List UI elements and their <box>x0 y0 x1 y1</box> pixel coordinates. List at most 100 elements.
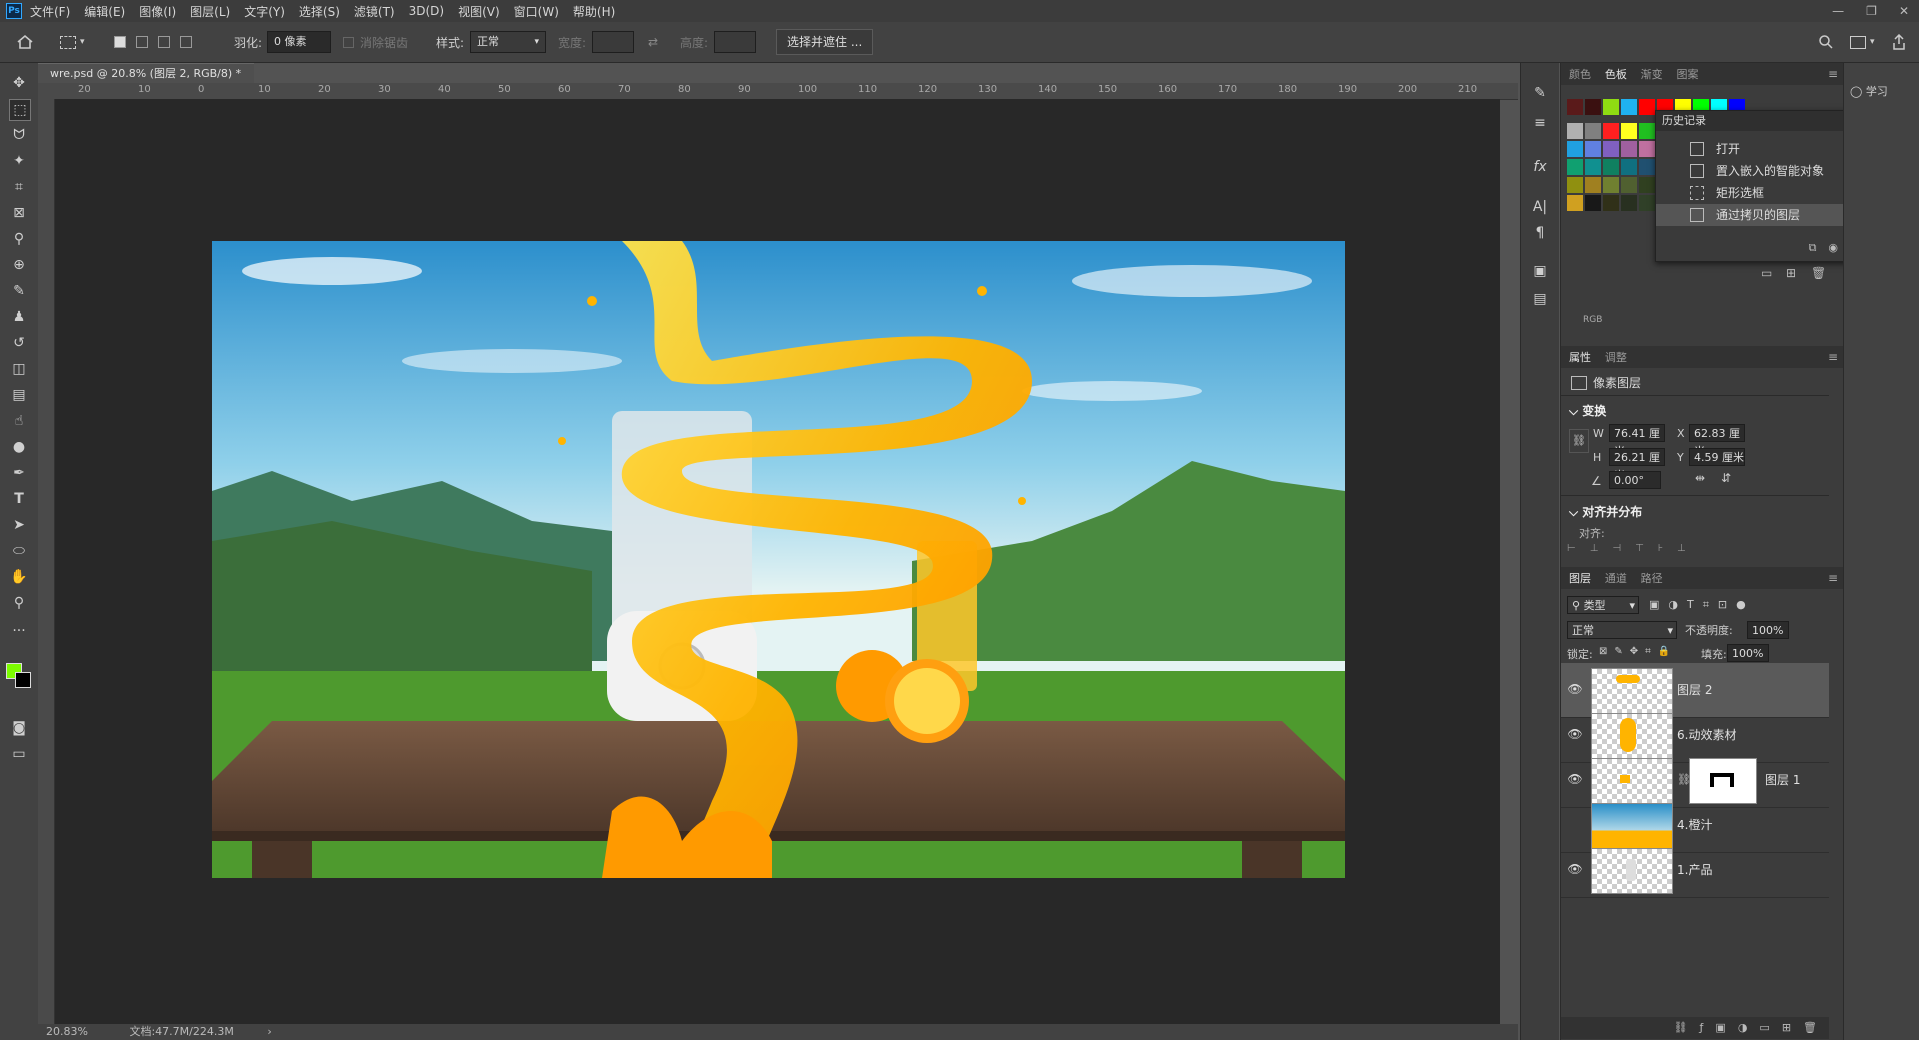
tab-paths[interactable]: 路径 <box>1641 568 1663 590</box>
menu-3d[interactable]: 3D(D) <box>409 4 444 18</box>
frame-tool-icon[interactable]: ⊠ <box>9 203 29 223</box>
antialias-checkbox[interactable]: 消除锯齿 <box>343 22 408 62</box>
add-selection-icon[interactable] <box>136 36 148 48</box>
height-input[interactable] <box>714 31 756 53</box>
color-swatch[interactable] <box>1585 159 1601 175</box>
layer-name[interactable]: 1.产品 <box>1677 861 1712 878</box>
menu-window[interactable]: 窗口(W) <box>514 3 559 20</box>
crop-tool-icon[interactable]: ⌗ <box>9 177 29 197</box>
brush-tool-icon[interactable]: ✎ <box>9 281 29 301</box>
layer-filter-select[interactable]: ⚲ 类型 ▾ <box>1567 596 1639 614</box>
layer-name[interactable]: 6.动效素材 <box>1677 726 1736 743</box>
visibility-eye-icon[interactable]: 👁 <box>1567 862 1583 876</box>
menu-select[interactable]: 选择(S) <box>299 3 340 20</box>
new-group-icon[interactable]: ▭ <box>1761 266 1772 280</box>
screen-mode-icon[interactable]: ▭ <box>9 744 29 764</box>
libraries-icon[interactable]: ▣ <box>1530 261 1550 281</box>
smudge-tool-icon[interactable]: ☝ <box>9 411 29 431</box>
tab-properties[interactable]: 属性 <box>1569 347 1591 369</box>
background-color-swatch[interactable] <box>15 672 31 688</box>
menu-type[interactable]: 文字(Y) <box>244 3 285 20</box>
layer-name[interactable]: 4.橙汁 <box>1677 816 1712 833</box>
tab-gradients[interactable]: 渐变 <box>1641 64 1663 86</box>
color-swatch[interactable] <box>1603 141 1619 157</box>
menu-image[interactable]: 图像(I) <box>139 3 176 20</box>
select-and-mask-button[interactable]: 选择并遮住 ... <box>776 29 874 55</box>
tab-swatches[interactable]: 色板 <box>1605 64 1627 86</box>
document-tab[interactable]: wre.psd @ 20.8% (图层 2, RGB/8) * × <box>38 63 254 100</box>
rect-marquee-tool-icon[interactable]: ⬚ <box>9 99 31 121</box>
color-swatch[interactable] <box>1639 141 1655 157</box>
blend-mode-select[interactable]: 正常 ▾ <box>1567 621 1677 639</box>
menu-edit[interactable]: 编辑(E) <box>84 3 125 20</box>
swap-dimensions-icon[interactable]: ⇄ <box>648 22 658 62</box>
feather-input[interactable]: 0 像素 <box>267 31 331 53</box>
menu-filter[interactable]: 滤镜(T) <box>354 3 395 20</box>
intersect-selection-icon[interactable] <box>180 36 192 48</box>
tab-adjustments[interactable]: 调整 <box>1605 347 1627 369</box>
brush-settings-icon[interactable]: ✎ <box>1530 83 1550 103</box>
marquee-tool-preset-icon[interactable]: ▾ <box>60 22 85 62</box>
style-select[interactable]: 正常 ▾ <box>470 31 546 53</box>
color-swatch[interactable] <box>1639 177 1655 193</box>
color-swatch[interactable] <box>1585 195 1601 211</box>
color-swatch[interactable] <box>1603 99 1619 115</box>
menu-view[interactable]: 视图(V) <box>458 3 500 20</box>
pen-tool-icon[interactable]: ✒ <box>9 463 29 483</box>
layer-name[interactable]: 图层 1 <box>1765 771 1800 788</box>
quick-mask-icon[interactable]: ◙ <box>9 718 29 738</box>
layers-menu-icon[interactable]: ≡ <box>1828 567 1838 589</box>
visibility-eye-icon[interactable]: 👁 <box>1567 727 1583 741</box>
fill-field[interactable]: 100% <box>1727 644 1769 662</box>
transform-section-title[interactable]: ⌵ 变换 <box>1569 402 1606 419</box>
canvas-image[interactable] <box>212 241 1345 878</box>
color-swatch[interactable] <box>1621 141 1637 157</box>
swatch-folder-label[interactable]: RGB <box>1583 315 1602 325</box>
status-arrow-icon[interactable]: › <box>267 1025 271 1038</box>
tab-channels[interactable]: 通道 <box>1605 568 1627 590</box>
learn-button[interactable]: ◯ 学习 <box>1850 83 1888 99</box>
width-input[interactable] <box>592 31 634 53</box>
shape-tool-icon[interactable]: ⬭ <box>9 541 29 561</box>
subtract-selection-icon[interactable] <box>158 36 170 48</box>
color-swatch[interactable] <box>1603 159 1619 175</box>
gradient-tool-icon[interactable]: ▤ <box>9 385 29 405</box>
lock-icons[interactable]: ⊠✎✥⌗🔒 <box>1599 646 1677 657</box>
link-proportions-icon[interactable]: ⛓ <box>1569 429 1589 453</box>
stamp-tool-icon[interactable]: ♟ <box>9 307 29 327</box>
magic-wand-tool-icon[interactable]: ✦ <box>9 151 29 171</box>
flip-vertical-icon[interactable]: ⇵ <box>1721 471 1731 485</box>
menu-layer[interactable]: 图层(L) <box>190 3 230 20</box>
color-swatch[interactable] <box>1567 195 1583 211</box>
align-section-title[interactable]: ⌵ 对齐并分布 <box>1569 503 1642 520</box>
menu-help[interactable]: 帮助(H) <box>573 3 615 20</box>
color-swatch[interactable] <box>1603 195 1619 211</box>
tab-patterns[interactable]: 图案 <box>1676 64 1698 86</box>
color-swatch[interactable] <box>1585 177 1601 193</box>
workspace-icon[interactable]: ▾ <box>1850 22 1875 62</box>
adjust-sliders-icon[interactable]: ≡ <box>1530 113 1550 133</box>
color-swatch[interactable] <box>1621 123 1637 139</box>
width-field[interactable]: 76.41 厘米 <box>1609 424 1665 458</box>
align-buttons-row[interactable]: ⊢⊥⊣⊤⊦⊥ <box>1567 543 1700 554</box>
color-swatch[interactable] <box>1567 159 1583 175</box>
color-swatch[interactable] <box>1639 123 1655 139</box>
visibility-eye-hidden-icon[interactable] <box>1567 817 1583 831</box>
layer-name[interactable]: 图层 2 <box>1677 681 1712 698</box>
history-brush-tool-icon[interactable]: ↺ <box>9 333 29 353</box>
delete-swatch-icon[interactable]: 🗑 <box>1811 266 1826 280</box>
healing-brush-tool-icon[interactable]: ⊕ <box>9 255 29 275</box>
tab-layers[interactable]: 图层 <box>1569 568 1591 590</box>
color-swatch[interactable] <box>1621 99 1637 115</box>
move-tool-icon[interactable]: ✥ <box>9 73 29 93</box>
search-icon[interactable] <box>1818 22 1834 62</box>
dodge-tool-icon[interactable]: ● <box>9 437 29 457</box>
styles-fx-icon[interactable]: fx <box>1530 157 1550 177</box>
x-field[interactable]: 62.83 厘米 <box>1689 424 1745 458</box>
color-swatch[interactable] <box>1639 159 1655 175</box>
color-swatch[interactable] <box>1567 123 1583 139</box>
ruler-horizontal[interactable]: 20 10 0 10 20 30 40 50 60 70 80 90 100 110 120 130 140 15… <box>38 83 1518 100</box>
share-icon[interactable] <box>1892 22 1906 62</box>
restore-button[interactable]: ❐ <box>1866 0 1877 22</box>
color-swatch[interactable] <box>1567 177 1583 193</box>
